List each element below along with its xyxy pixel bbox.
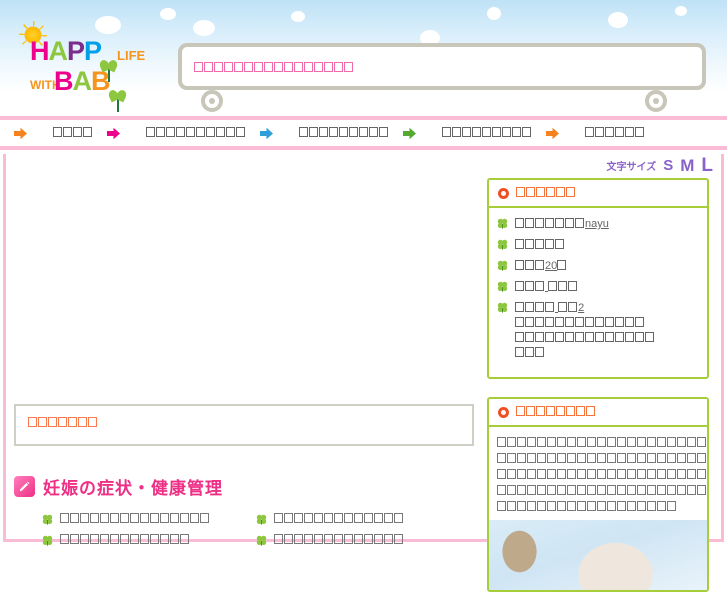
clover-bullet-icon — [42, 514, 53, 525]
text-size-label: 文字サイズ — [606, 162, 657, 173]
nav-item-1[interactable] — [0, 120, 93, 146]
cloud-icon — [95, 16, 121, 34]
nav-item-3[interactable] — [246, 120, 389, 146]
logo-life-text: LIFE — [117, 48, 146, 63]
main-navigation — [0, 116, 727, 150]
nav-item-label — [146, 126, 246, 140]
clover-bullet-icon — [497, 239, 508, 250]
cloud-icon — [487, 7, 501, 20]
news-paragraph-line — [497, 484, 706, 500]
header-banner-text — [194, 62, 354, 75]
banner-knob-right-icon — [645, 90, 667, 112]
article-link-grid — [14, 513, 474, 555]
news-box-header — [489, 399, 707, 427]
cloud-icon — [675, 6, 687, 16]
arrow-right-icon — [107, 127, 120, 140]
clover-bullet-icon — [497, 302, 508, 313]
logo-letter: B — [91, 66, 110, 96]
profile-list-item: nayu — [497, 217, 699, 232]
pregnancy-photo — [489, 520, 707, 590]
article-link-column — [256, 513, 470, 555]
text-size-large-button[interactable]: L — [701, 156, 713, 175]
logo-letter: A — [48, 36, 68, 66]
profile-box-body: nayu 20 2 — [489, 208, 707, 377]
profile-list-item — [497, 238, 699, 253]
section-title: 妊娠の症状・健康管理 — [43, 479, 223, 498]
clover-bullet-icon — [497, 281, 508, 292]
nav-item-label — [53, 126, 93, 140]
news-paragraph-line — [497, 500, 699, 516]
clover-bullet-icon — [497, 218, 508, 229]
cloud-icon — [193, 20, 215, 36]
logo-letter: A — [72, 66, 92, 96]
sidebar-column: nayu 20 2 — [487, 178, 709, 610]
section-header: 妊娠の症状・健康管理 — [14, 474, 474, 499]
nav-item-label — [299, 126, 389, 140]
nav-item-label — [442, 126, 532, 140]
logo-line-happy: HAPP LIFE — [30, 36, 146, 82]
article-link-text[interactable] — [274, 534, 404, 547]
clover-bullet-icon — [497, 260, 508, 271]
profile-box: nayu 20 2 — [487, 178, 709, 379]
article-link-text[interactable] — [60, 534, 190, 547]
header-banner-box — [178, 43, 706, 90]
nav-item-4[interactable] — [389, 120, 532, 146]
main-column: 妊娠の症状・健康管理 — [14, 178, 474, 555]
logo-letter: P — [84, 36, 102, 66]
logo-line-baby: BAB — [54, 66, 128, 112]
article-link-text[interactable] — [274, 513, 404, 526]
arrow-right-icon — [403, 127, 416, 140]
arrow-right-icon — [260, 127, 273, 140]
clover-bullet-icon — [42, 535, 53, 546]
cloud-icon — [160, 8, 176, 20]
news-box — [487, 397, 709, 592]
arrow-right-icon — [546, 127, 559, 140]
ring-icon — [498, 187, 509, 199]
nav-item-label — [585, 126, 645, 140]
nav-list — [0, 120, 727, 146]
site-logo[interactable]: HAPP LIFE WITH BAB — [30, 36, 180, 112]
ad-box-text — [28, 417, 98, 429]
profile-list-item: 2 — [497, 301, 699, 361]
banner-knob-left-icon — [201, 90, 223, 112]
profile-box-title — [516, 186, 576, 200]
article-link-item[interactable] — [256, 513, 470, 526]
profile-list-item-text: 2 — [515, 301, 699, 361]
profile-list: nayu 20 2 — [497, 217, 699, 361]
article-link-item[interactable] — [42, 513, 256, 526]
profile-list-item-text: 20 — [515, 259, 699, 274]
nav-item-5[interactable] — [532, 120, 645, 146]
clover-bullet-icon — [256, 514, 267, 525]
article-link-column — [42, 513, 256, 555]
cloud-icon — [291, 11, 305, 22]
text-size-small-button[interactable]: S — [663, 158, 673, 173]
article-link-item[interactable] — [256, 534, 470, 547]
ring-icon — [498, 406, 509, 418]
article-link-text[interactable] — [60, 513, 210, 526]
news-box-title — [516, 405, 596, 419]
logo-letter: H — [30, 36, 49, 66]
profile-list-item: 20 — [497, 259, 699, 274]
profile-list-item-text — [515, 280, 699, 295]
pencil-icon — [14, 476, 35, 497]
article-link-item[interactable] — [42, 534, 256, 547]
nav-item-2[interactable] — [93, 120, 246, 146]
news-box-body — [489, 427, 707, 590]
ad-box — [14, 404, 474, 446]
text-size-medium-button[interactable]: M — [680, 157, 694, 174]
arrow-right-icon — [14, 127, 27, 140]
profile-list-item-text — [515, 238, 699, 253]
profile-list-item-text: nayu — [515, 217, 699, 232]
clover-bullet-icon — [256, 535, 267, 546]
logo-letter: B — [54, 66, 73, 96]
news-paragraph — [497, 436, 706, 516]
news-paragraph-line — [497, 452, 706, 468]
news-paragraph-line — [497, 436, 706, 452]
text-size-control: 文字サイズ S M L — [607, 156, 714, 175]
profile-list-item — [497, 280, 699, 295]
cloud-icon — [608, 12, 628, 28]
logo-letter: P — [67, 36, 85, 66]
profile-box-header — [489, 180, 707, 208]
news-paragraph-line — [497, 468, 706, 484]
